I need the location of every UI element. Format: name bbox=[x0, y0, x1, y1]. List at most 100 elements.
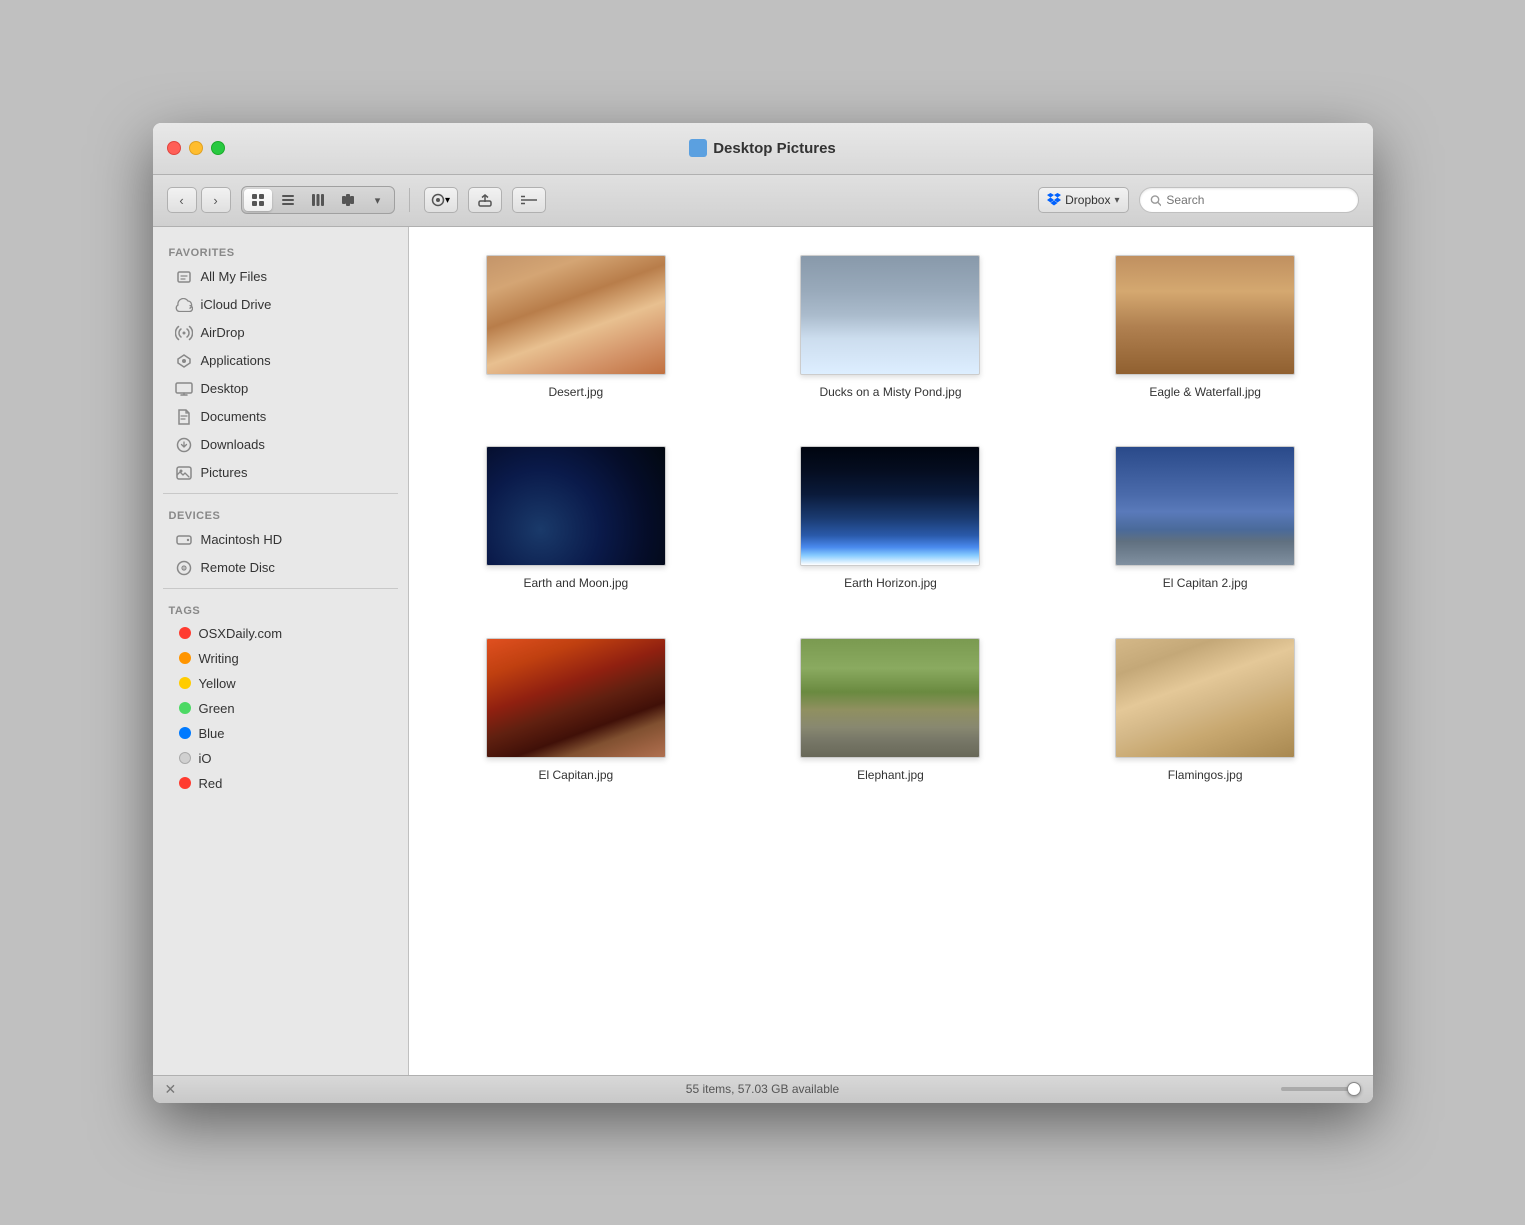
sidebar-item-yellow[interactable]: Yellow bbox=[159, 671, 402, 696]
blue-tag-dot bbox=[179, 727, 191, 739]
sidebar-item-writing[interactable]: Writing bbox=[159, 646, 402, 671]
file-name-elephant: Elephant.jpg bbox=[857, 768, 924, 784]
osxdaily-label: OSXDaily.com bbox=[199, 626, 283, 641]
sidebar-item-documents[interactable]: Documents bbox=[159, 403, 402, 431]
yellow-tag-dot bbox=[179, 677, 191, 689]
sidebar-item-downloads[interactable]: Downloads bbox=[159, 431, 402, 459]
file-item-flamingos[interactable]: Flamingos.jpg bbox=[1058, 630, 1353, 792]
slider-thumb[interactable] bbox=[1347, 1082, 1361, 1096]
title-content: Desktop Pictures bbox=[689, 139, 836, 157]
file-thumb-ducks bbox=[800, 255, 980, 375]
sidebar-item-icloud-drive[interactable]: iCloud Drive bbox=[159, 291, 402, 319]
file-item-ducks[interactable]: Ducks on a Misty Pond.jpg bbox=[743, 247, 1038, 409]
pictures-label: Pictures bbox=[201, 465, 248, 480]
statusbar: ✕ 55 items, 57.03 GB available bbox=[153, 1075, 1373, 1103]
file-item-earth-horizon[interactable]: Earth Horizon.jpg bbox=[743, 438, 1038, 600]
sidebar-item-desktop[interactable]: Desktop bbox=[159, 375, 402, 403]
file-item-el-capitan[interactable]: El Capitan.jpg bbox=[429, 630, 724, 792]
tags-section-title: Tags bbox=[153, 595, 408, 621]
icon-view-button[interactable] bbox=[244, 189, 272, 211]
file-name-el-capitan: El Capitan.jpg bbox=[538, 768, 613, 784]
desktop-label: Desktop bbox=[201, 381, 249, 396]
file-grid: Desert.jpg Ducks on a Misty Pond.jpg Eagle… bbox=[429, 247, 1353, 792]
airdrop-label: AirDrop bbox=[201, 325, 245, 340]
sidebar-divider-1 bbox=[163, 493, 398, 494]
zoom-slider[interactable] bbox=[1281, 1087, 1361, 1091]
titlebar: Desktop Pictures bbox=[153, 123, 1373, 175]
file-thumb-elephant bbox=[800, 638, 980, 758]
sidebar-item-io[interactable]: iO bbox=[159, 746, 402, 771]
sidebar-item-airdrop[interactable]: AirDrop bbox=[159, 319, 402, 347]
folder-icon bbox=[689, 139, 707, 157]
slider-track bbox=[1281, 1087, 1361, 1091]
window-title: Desktop Pictures bbox=[713, 140, 836, 157]
view-options-button[interactable]: ▾ bbox=[364, 189, 392, 211]
blue-label: Blue bbox=[199, 726, 225, 741]
sidebar-divider-2 bbox=[163, 588, 398, 589]
icloud-drive-icon bbox=[175, 296, 193, 314]
file-item-eagle[interactable]: Eagle & Waterfall.jpg bbox=[1058, 247, 1353, 409]
file-item-desert[interactable]: Desert.jpg bbox=[429, 247, 724, 409]
sidebar-item-osxdaily[interactable]: OSXDaily.com bbox=[159, 621, 402, 646]
sidebar-item-remote-disc[interactable]: Remote Disc bbox=[159, 554, 402, 582]
osxdaily-tag-dot bbox=[179, 627, 191, 639]
yellow-label: Yellow bbox=[199, 676, 236, 691]
file-name-desert: Desert.jpg bbox=[548, 385, 603, 401]
sidebar-item-applications[interactable]: Applications bbox=[159, 347, 402, 375]
window-controls bbox=[167, 141, 225, 155]
search-input[interactable] bbox=[1166, 193, 1347, 207]
documents-icon bbox=[175, 408, 193, 426]
documents-label: Documents bbox=[201, 409, 267, 424]
macintosh-hd-icon bbox=[175, 531, 193, 549]
io-tag-dot bbox=[179, 752, 191, 764]
forward-button[interactable]: › bbox=[201, 187, 231, 213]
minimize-button[interactable] bbox=[189, 141, 203, 155]
finder-window: Desktop Pictures ‹ › bbox=[153, 123, 1373, 1103]
dropbox-button[interactable]: Dropbox ▾ bbox=[1038, 187, 1128, 213]
sidebar-item-macintosh-hd[interactable]: Macintosh HD bbox=[159, 526, 402, 554]
statusbar-settings-icon[interactable]: ✕ bbox=[165, 1081, 177, 1098]
devices-section-title: Devices bbox=[153, 500, 408, 526]
separator-1 bbox=[409, 188, 410, 212]
sidebar-item-red[interactable]: Red bbox=[159, 771, 402, 796]
nav-buttons: ‹ › bbox=[167, 187, 231, 213]
file-item-earth-moon[interactable]: Earth and Moon.jpg bbox=[429, 438, 724, 600]
file-thumb-eagle bbox=[1115, 255, 1295, 375]
sidebar-item-green[interactable]: Green bbox=[159, 696, 402, 721]
back-button[interactable]: ‹ bbox=[167, 187, 197, 213]
sidebar-item-blue[interactable]: Blue bbox=[159, 721, 402, 746]
list-view-button[interactable] bbox=[274, 189, 302, 211]
desktop-icon bbox=[175, 380, 193, 398]
sidebar: Favorites All My Files iCloud Drive bbox=[153, 227, 409, 1075]
view-mode-buttons: ▾ bbox=[241, 186, 395, 214]
writing-label: Writing bbox=[199, 651, 239, 666]
green-tag-dot bbox=[179, 702, 191, 714]
downloads-label: Downloads bbox=[201, 437, 265, 452]
remote-disc-icon bbox=[175, 559, 193, 577]
all-my-files-icon bbox=[175, 268, 193, 286]
share-button[interactable] bbox=[468, 187, 502, 213]
remote-disc-label: Remote Disc bbox=[201, 560, 275, 575]
search-box[interactable] bbox=[1139, 187, 1359, 213]
file-item-el-capitan-2[interactable]: El Capitan 2.jpg bbox=[1058, 438, 1353, 600]
toolbar: ‹ › bbox=[153, 175, 1373, 227]
all-my-files-label: All My Files bbox=[201, 269, 267, 284]
close-button[interactable] bbox=[167, 141, 181, 155]
file-name-ducks: Ducks on a Misty Pond.jpg bbox=[819, 385, 961, 401]
sidebar-item-pictures[interactable]: Pictures bbox=[159, 459, 402, 487]
file-item-elephant[interactable]: Elephant.jpg bbox=[743, 630, 1038, 792]
file-thumb-el-capitan bbox=[486, 638, 666, 758]
sidebar-item-all-my-files[interactable]: All My Files bbox=[159, 263, 402, 291]
macintosh-hd-label: Macintosh HD bbox=[201, 532, 283, 547]
path-button[interactable] bbox=[512, 187, 546, 213]
column-view-button[interactable] bbox=[304, 189, 332, 211]
file-thumb-el-capitan-2 bbox=[1115, 446, 1295, 566]
dropbox-label: Dropbox bbox=[1065, 193, 1110, 207]
writing-tag-dot bbox=[179, 652, 191, 664]
favorites-section-title: Favorites bbox=[153, 237, 408, 263]
cover-flow-button[interactable] bbox=[334, 189, 362, 211]
statusbar-text: 55 items, 57.03 GB available bbox=[686, 1082, 839, 1096]
pictures-icon bbox=[175, 464, 193, 482]
action-button[interactable]: ▾ bbox=[424, 187, 458, 213]
maximize-button[interactable] bbox=[211, 141, 225, 155]
